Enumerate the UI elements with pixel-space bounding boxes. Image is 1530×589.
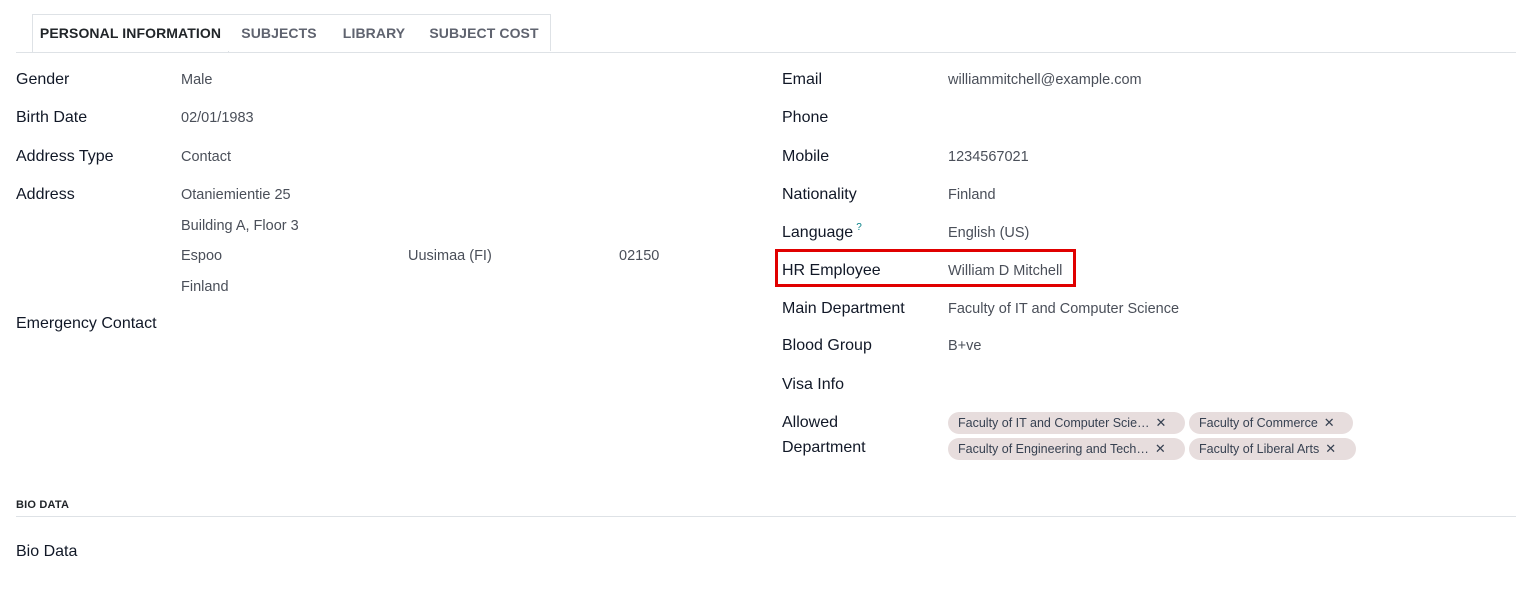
allowed-department-label-line1: Allowed [782,414,839,431]
hr-employee-value[interactable]: William D Mitchell [948,261,1062,281]
blood-group-value[interactable]: B+ve [948,336,981,356]
birth-date-label: Birth Date [16,109,88,126]
department-tag[interactable]: Faculty of Engineering and Tech… ✕ [948,438,1185,460]
department-tag-label: Faculty of IT and Computer Scie… [958,416,1150,430]
form-page: PERSONAL INFORMATION SUBJECTS LIBRARY SU… [0,0,1530,589]
tab-subjects[interactable]: SUBJECTS [228,14,331,51]
birth-date-value[interactable]: 02/01/1983 [181,108,254,128]
remove-tag-icon[interactable]: ✕ [1324,412,1335,434]
tab-subject-cost[interactable]: SUBJECT COST [418,14,551,51]
gender-value[interactable]: Male [181,70,212,90]
mobile-label: Mobile [782,148,830,165]
address-street[interactable]: Otaniemientie 25 [181,185,291,205]
blood-group-label: Blood Group [782,337,872,354]
email-value[interactable]: williammitchell@example.com [948,70,1142,90]
hr-employee-label: HR Employee [782,262,881,279]
allowed-department-label-line2: Department [782,439,866,456]
bio-data-section-title: BIO DATA [16,499,70,511]
language-value[interactable]: English (US) [948,223,1029,243]
nationality-label: Nationality [782,186,857,203]
department-tag[interactable]: Faculty of Commerce ✕ [1189,412,1353,434]
main-department-label: Main Department [782,300,905,317]
language-label: Language? [782,222,862,245]
department-tag[interactable]: Faculty of Liberal Arts ✕ [1189,438,1356,460]
tab-library[interactable]: LIBRARY [330,14,419,51]
department-tag-label: Faculty of Engineering and Tech… [958,442,1149,456]
address-zip[interactable]: 02150 [619,246,659,266]
section-divider [16,516,1516,517]
remove-tag-icon[interactable]: ✕ [1155,438,1166,460]
tab-personal-information[interactable]: PERSONAL INFORMATION [32,14,229,52]
mobile-value[interactable]: 1234567021 [948,147,1029,167]
address-state[interactable]: Uusimaa (FI) [408,246,492,266]
language-label-text: Language [782,224,854,241]
gender-label: Gender [16,71,70,88]
remove-tag-icon[interactable]: ✕ [1325,438,1336,460]
address-label: Address [16,186,75,203]
department-tag-label: Faculty of Liberal Arts [1199,442,1320,456]
address-type-value[interactable]: Contact [181,147,231,167]
visa-info-label: Visa Info [782,376,844,393]
address-street2[interactable]: Building A, Floor 3 [181,216,299,236]
department-tag[interactable]: Faculty of IT and Computer Scie… ✕ [948,412,1185,434]
notebook-tabs: PERSONAL INFORMATION SUBJECTS LIBRARY SU… [16,14,1516,53]
emergency-contact-label: Emergency Contact [16,315,157,332]
remove-tag-icon[interactable]: ✕ [1156,412,1167,434]
main-department-value[interactable]: Faculty of IT and Computer Science [948,299,1179,319]
address-country[interactable]: Finland [181,277,229,297]
address-city[interactable]: Espoo [181,246,222,266]
nationality-value[interactable]: Finland [948,185,996,205]
department-tag-label: Faculty of Commerce [1199,416,1318,430]
address-type-label: Address Type [16,148,114,165]
email-label: Email [782,71,823,88]
bio-data-label: Bio Data [16,543,78,560]
language-help-icon[interactable]: ? [856,222,862,233]
phone-label: Phone [782,109,829,126]
